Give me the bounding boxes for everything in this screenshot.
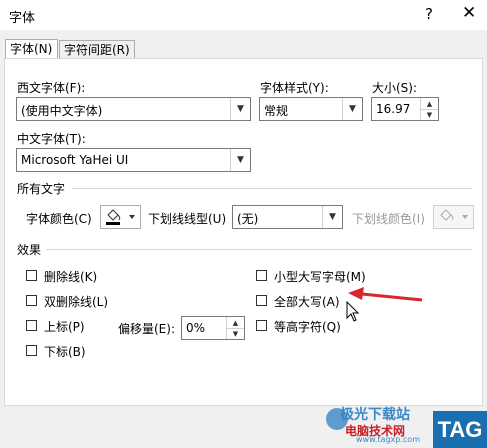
- western-font-value: (使用中文字体): [21, 104, 103, 118]
- size-value: 16.97: [376, 102, 411, 116]
- help-button[interactable]: ?: [425, 5, 433, 23]
- title-bar: 字体 ? ✕: [0, 0, 487, 30]
- font-style-combo[interactable]: 常规 ▼: [259, 97, 363, 121]
- size-spinner[interactable]: 16.97 ▲ ▼: [371, 97, 439, 121]
- font-color-picker[interactable]: [100, 205, 141, 229]
- subscript-checkbox[interactable]: [26, 345, 37, 356]
- offset-value: 0%: [186, 321, 206, 335]
- tab-character-spacing[interactable]: 字符间距(R): [59, 40, 135, 59]
- chinese-font-combo[interactable]: Microsoft YaHei UI ▼: [16, 148, 251, 172]
- small-caps-checkbox[interactable]: [256, 270, 267, 281]
- small-caps-label[interactable]: 小型大写字母(M): [274, 268, 366, 285]
- effects-heading: 效果: [17, 243, 42, 257]
- double-strikethrough-checkbox[interactable]: [26, 295, 37, 306]
- dialog-title: 字体: [9, 11, 36, 26]
- double-strikethrough-label[interactable]: 双删除线(L): [44, 293, 108, 310]
- chinese-font-value: Microsoft YaHei UI: [21, 153, 129, 167]
- paint-bucket-icon: [106, 209, 135, 225]
- underline-color-picker[interactable]: [433, 205, 474, 229]
- superscript-checkbox[interactable]: [26, 320, 37, 331]
- subscript-label[interactable]: 下标(B): [44, 343, 86, 360]
- paint-bucket-icon: [440, 209, 468, 221]
- spin-down-icon[interactable]: ▼: [226, 328, 244, 339]
- size-label: 大小(S):: [372, 81, 418, 95]
- all-caps-label[interactable]: 全部大写(A): [274, 293, 340, 310]
- offset-spinner[interactable]: 0% ▲ ▼: [181, 316, 245, 340]
- strikethrough-label[interactable]: 删除线(K): [44, 268, 97, 285]
- effects-divider: [46, 249, 472, 250]
- underline-type-combo[interactable]: (无) ▼: [232, 205, 343, 229]
- chevron-down-icon[interactable]: ▼: [230, 149, 250, 171]
- all-text-divider: [72, 188, 472, 189]
- equalize-height-label[interactable]: 等高字符(Q): [274, 318, 341, 335]
- all-caps-checkbox[interactable]: [256, 295, 267, 306]
- underline-type-label: 下划线线型(U): [148, 212, 227, 226]
- mouse-cursor-icon: [346, 301, 360, 322]
- watermark-url: www.tagxp.com: [356, 435, 420, 444]
- watermark-badge: TAG: [433, 411, 487, 448]
- underline-type-value: (无): [237, 212, 259, 226]
- font-style-label: 字体样式(Y):: [260, 81, 329, 95]
- tab-font[interactable]: 字体(N): [5, 39, 58, 59]
- font-style-value: 常规: [264, 104, 289, 118]
- font-color-label: 字体颜色(C): [26, 212, 92, 226]
- chevron-down-icon[interactable]: ▼: [230, 98, 250, 120]
- underline-color-label: 下划线颜色(I): [352, 212, 425, 226]
- spin-down-icon[interactable]: ▼: [420, 109, 438, 120]
- superscript-label[interactable]: 上标(P): [44, 318, 85, 335]
- equalize-height-checkbox[interactable]: [256, 320, 267, 331]
- western-font-label: 西文字体(F):: [17, 81, 86, 95]
- all-text-heading: 所有文字: [17, 182, 66, 196]
- strikethrough-checkbox[interactable]: [26, 270, 37, 281]
- western-font-combo[interactable]: (使用中文字体) ▼: [16, 97, 251, 121]
- chevron-down-icon[interactable]: ▼: [342, 98, 362, 120]
- offset-label: 偏移量(E):: [118, 322, 175, 336]
- watermark-brand: 极光下载站: [340, 407, 410, 423]
- close-button[interactable]: ✕: [462, 3, 476, 23]
- chevron-down-icon[interactable]: ▼: [322, 206, 342, 228]
- chinese-font-label: 中文字体(T):: [17, 132, 86, 146]
